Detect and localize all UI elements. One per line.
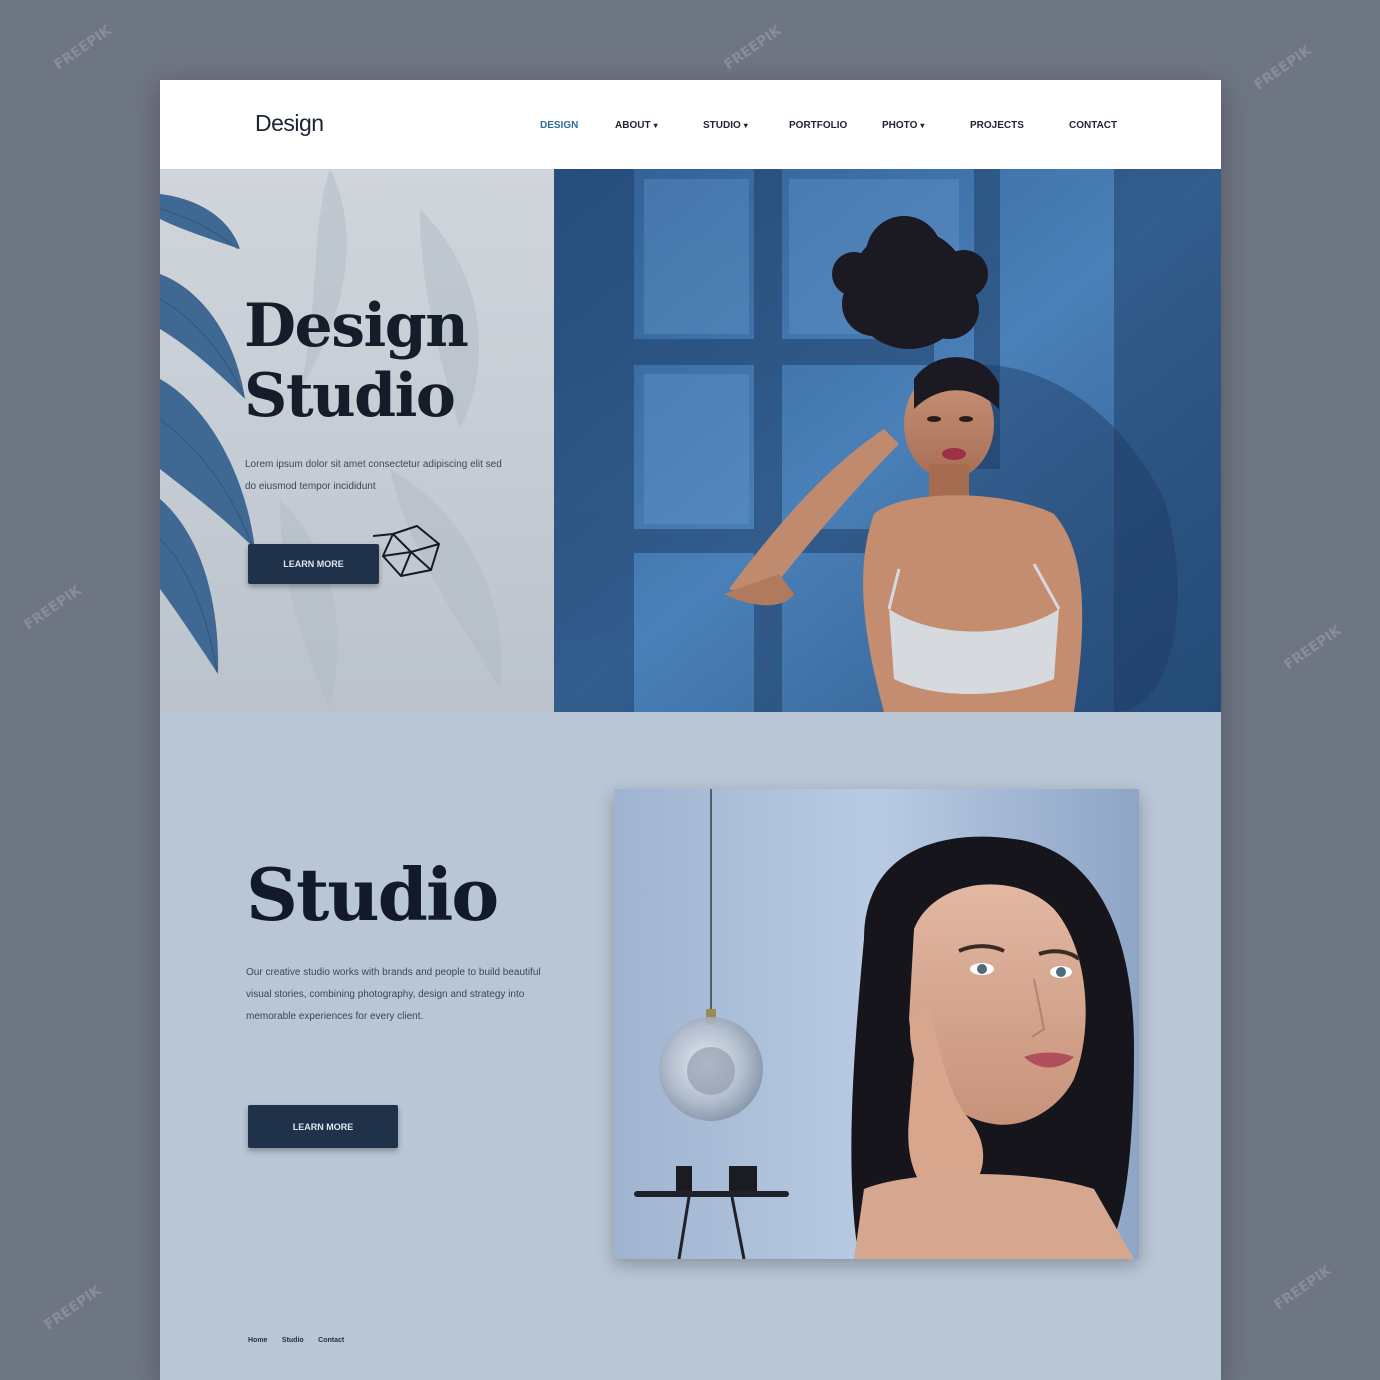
nav-item-photo[interactable]: PHOTO ▾ (882, 120, 924, 131)
nav-item-projects[interactable]: PROJECTS (970, 120, 1024, 131)
watermark-text: FREEPIK (1281, 622, 1345, 674)
hero-title-line-2: Studio (244, 361, 456, 431)
site-header: Design DESIGN ABOUT ▾ STUDIO ▾ PORTFOLIO P… (160, 80, 1221, 169)
cta-label: LEARN MORE (283, 559, 344, 569)
studio-section: Studio Our creative studio works with br… (160, 712, 1221, 1380)
web-page: Design DESIGN ABOUT ▾ STUDIO ▾ PORTFOLIO P… (160, 80, 1221, 1380)
nav-item-label: PROJECTS (970, 120, 1024, 131)
hero-section: Design Studio Lorem ipsum dolor sit amet… (160, 169, 1221, 712)
hero-text-panel: Design Studio Lorem ipsum dolor sit amet… (160, 169, 554, 712)
footer-link-contact[interactable]: Contact (318, 1337, 344, 1344)
nav-item-design[interactable]: DESIGN (540, 120, 578, 131)
nav-item-label: PORTFOLIO (789, 120, 848, 131)
gem-icon (373, 525, 440, 577)
watermark-text: FREEPIK (721, 22, 785, 74)
hero-cta-button[interactable]: LEARN MORE (248, 544, 379, 584)
hero-title-line-1: Design (244, 291, 469, 361)
nav-item-about[interactable]: ABOUT ▾ (615, 120, 658, 131)
watermark-text: FREEPIK (1271, 1262, 1335, 1314)
watermark-text: FREEPIK (21, 582, 85, 634)
studio-description: Our creative studio works with brands an… (246, 967, 541, 1022)
cta-label: LEARN MORE (292, 1121, 354, 1132)
chevron-down-icon: ▾ (920, 121, 925, 130)
footer-links: Home Studio Contact (248, 1329, 354, 1347)
nav-item-label: PHOTO (882, 120, 918, 131)
site-logo[interactable]: Design (255, 110, 324, 137)
chevron-down-icon: ▾ (743, 121, 748, 130)
watermark-text: FREEPIK (41, 1282, 105, 1334)
hero-description: Lorem ipsum dolor sit amet consectetur a… (245, 459, 502, 492)
nav-item-label: ABOUT (615, 120, 651, 131)
nav-item-label: CONTACT (1069, 120, 1118, 131)
watermark-text: FREEPIK (51, 22, 115, 74)
hero-photo (554, 169, 1221, 712)
nav-item-label: DESIGN (540, 120, 579, 131)
chevron-down-icon: ▾ (653, 121, 658, 130)
nav-item-contact[interactable]: CONTACT (1069, 120, 1117, 131)
studio-title: Studio (246, 852, 499, 937)
footer-link-studio[interactable]: Studio (282, 1337, 304, 1344)
watermark-text: FREEPIK (1251, 42, 1315, 94)
hero-title: Design Studio (244, 291, 469, 431)
studio-model-image (614, 789, 1139, 1259)
footer-link-home[interactable]: Home (248, 1337, 267, 1344)
nav-item-studio[interactable]: STUDIO ▾ (703, 120, 748, 131)
studio-cta-button[interactable]: LEARN MORE (248, 1105, 398, 1148)
nav-item-portfolio[interactable]: PORTFOLIO (789, 120, 847, 131)
studio-photo (614, 789, 1139, 1259)
hero-model-image (554, 169, 1221, 712)
leaf-icon (160, 169, 502, 709)
nav-item-label: STUDIO (703, 120, 741, 131)
